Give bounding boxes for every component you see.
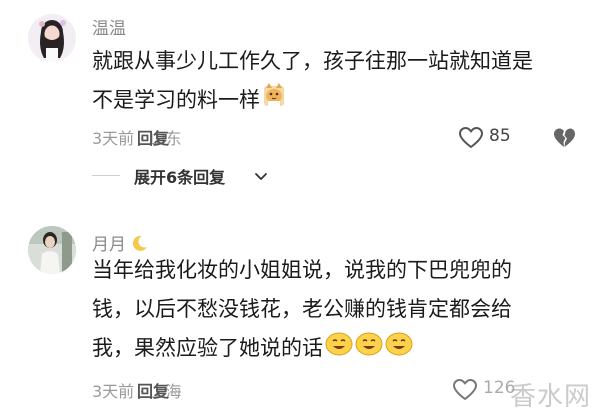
comment-line-with-emoji: 不是学习的料一样 — [92, 81, 582, 121]
comment-line: 钱，以后不愁没钱花，老公赚的钱肯定都会给 — [92, 297, 512, 321]
comment-line: 就跟从事少儿工作久了，孩子往那一站就知道是 — [92, 49, 533, 73]
comment-item: 温温 就跟从事少儿工作久了，孩子往那一站就知道是 不是学习的料一样 3天前 · … — [0, 0, 600, 210]
comment-line: 不是学习的料一样 — [92, 88, 260, 112]
comment-line: 当年给我化妆的小姐姐说，说我的下巴兜兜的 — [92, 258, 512, 282]
like-heart-icon[interactable] — [458, 126, 484, 150]
reply-button[interactable]: 回复 — [137, 125, 169, 149]
comment-text: 当年给我化妆的小姐姐说，说我的下巴兜兜的 钱，以后不愁没钱花，老公赚的钱肯定都会… — [92, 251, 582, 369]
smiley-emoji — [325, 330, 353, 369]
comment-text: 就跟从事少儿工作久了，孩子往那一站就知道是 不是学习的料一样 — [92, 42, 582, 121]
broken-heart-icon[interactable] — [552, 126, 576, 150]
username[interactable]: 温温 — [92, 14, 126, 39]
expand-replies-label[interactable]: 展开6条回复 — [134, 164, 225, 188]
smiley-emoji — [355, 330, 383, 369]
comment-line: 我，果然应验了她说的话 — [92, 336, 323, 360]
comment-line-with-emoji: 我，果然应验了她说的话 — [92, 329, 582, 369]
avatar[interactable] — [28, 226, 76, 274]
reply-button[interactable]: 回复 — [137, 378, 169, 402]
like-count: 85 — [489, 126, 511, 146]
chevron-down-icon — [254, 168, 268, 187]
watermark: 香水网 — [510, 382, 592, 412]
divider — [92, 175, 120, 176]
smiley-emoji — [385, 330, 413, 369]
avatar[interactable] — [28, 14, 76, 62]
like-heart-icon[interactable] — [452, 378, 478, 402]
cat-emoji — [262, 82, 286, 121]
